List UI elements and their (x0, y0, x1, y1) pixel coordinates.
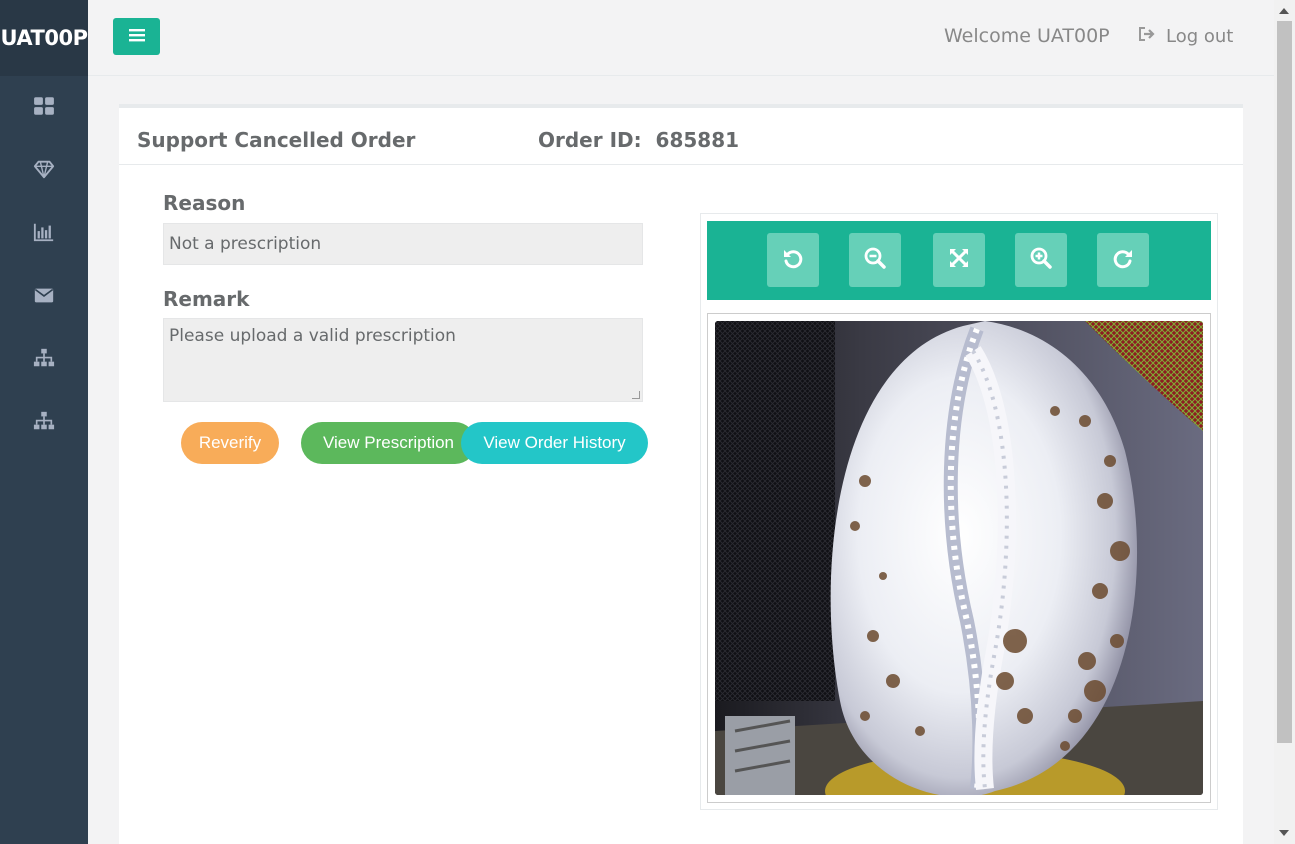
hamburger-icon (128, 28, 145, 45)
page-scrollbar[interactable] (1274, 0, 1295, 844)
order-panel: Support Cancelled Order Order ID: 685881… (119, 104, 1243, 844)
prescription-image-frame (707, 313, 1211, 803)
prescription-image[interactable] (715, 321, 1203, 795)
logout-link[interactable]: Log out (1138, 26, 1233, 47)
viewer-toolbar (707, 221, 1211, 300)
brand-logo: UAT00P (0, 0, 88, 76)
rotate-left-button[interactable] (767, 233, 819, 287)
zoom-in-icon (1029, 246, 1053, 274)
sidebar: UAT00P (0, 0, 88, 844)
menu-toggle-button[interactable] (113, 18, 160, 55)
sitemap-icon (33, 347, 55, 373)
rotate-right-button[interactable] (1097, 233, 1149, 287)
sidebar-item-structure-2[interactable] (0, 391, 88, 454)
topbar: Welcome UAT00P Log out (88, 0, 1274, 76)
reason-label: Reason (163, 191, 246, 215)
sidebar-item-reports[interactable] (0, 202, 88, 265)
scroll-down-arrow-icon[interactable] (1279, 830, 1289, 836)
zoom-out-button[interactable] (849, 233, 901, 287)
sidebar-item-structure[interactable] (0, 328, 88, 391)
sitemap-icon (33, 410, 55, 436)
sign-out-icon (1138, 26, 1156, 47)
sidebar-item-messages[interactable] (0, 265, 88, 328)
zoom-out-icon (863, 246, 887, 274)
welcome-text: Welcome UAT00P (944, 25, 1110, 47)
view-order-history-button[interactable]: View Order History (461, 422, 648, 464)
remark-label: Remark (163, 287, 250, 311)
panel-header: Support Cancelled Order Order ID: 685881 (119, 108, 1243, 165)
fit-screen-icon (947, 246, 971, 274)
rotate-right-icon (1111, 246, 1135, 274)
image-viewer (700, 213, 1218, 810)
scroll-up-arrow-icon[interactable] (1279, 8, 1289, 14)
resize-handle[interactable] (632, 391, 640, 399)
order-id: Order ID: 685881 (538, 128, 740, 152)
envelope-icon (33, 284, 55, 310)
scrollbar-thumb[interactable] (1277, 21, 1292, 743)
reverify-button[interactable]: Reverify (181, 422, 279, 464)
remark-field[interactable]: Please upload a valid prescription (163, 318, 643, 402)
zoom-in-button[interactable] (1015, 233, 1067, 287)
remark-text: Please upload a valid prescription (169, 326, 456, 346)
view-prescription-button[interactable]: View Prescription (301, 422, 476, 464)
dashboard-icon (33, 95, 55, 121)
sidebar-item-diamond[interactable] (0, 139, 88, 202)
rotate-left-icon (781, 246, 805, 274)
page-title: Support Cancelled Order (137, 128, 416, 152)
diamond-icon (33, 158, 55, 184)
sidebar-item-dashboard[interactable] (0, 76, 88, 139)
fit-screen-button[interactable] (933, 233, 985, 287)
bar-chart-icon (33, 221, 55, 247)
logout-label: Log out (1166, 26, 1234, 47)
reason-field[interactable]: Not a prescription (163, 223, 643, 265)
